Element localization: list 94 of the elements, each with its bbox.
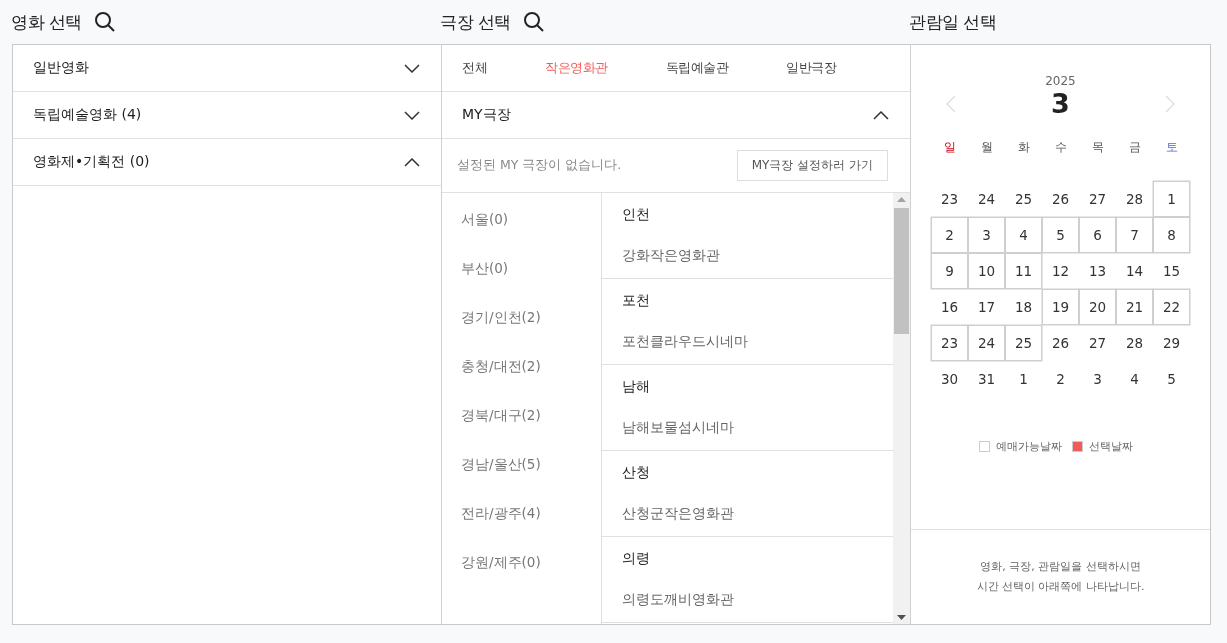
calendar-day[interactable]: 4: [1005, 217, 1042, 253]
my-theater-accordion[interactable]: MY극장: [442, 92, 910, 139]
calendar-day: 28: [1116, 325, 1153, 361]
calendar-day: 5: [1153, 361, 1190, 397]
category-accordion[interactable]: 독립예술영화 (4): [13, 92, 441, 139]
legend-label: 예매가능날짜: [995, 439, 1062, 454]
calendar-day: 2: [1042, 361, 1079, 397]
calendar-day[interactable]: 5: [1042, 217, 1079, 253]
calendar-day: 3: [1079, 361, 1116, 397]
region-item[interactable]: 부산(0): [442, 244, 601, 293]
chevron-icon: [404, 157, 420, 167]
calendar-day[interactable]: 20: [1079, 289, 1116, 325]
weekday-label: 금: [1127, 138, 1142, 156]
theater-type-tab[interactable]: 일반극장: [786, 59, 836, 77]
area-heading: 인천: [622, 206, 651, 224]
panel-title: 극장 선택: [440, 10, 511, 34]
theater-item[interactable]: 산청군작은영화관: [622, 505, 893, 523]
weekday-label: 월: [979, 138, 994, 156]
category-accordion[interactable]: 영화제•기획전 (0): [13, 139, 441, 186]
calendar-day: 18: [1005, 289, 1042, 325]
region-item[interactable]: 전라/광주(4): [442, 489, 601, 538]
calendar-month: 3: [1051, 88, 1070, 119]
calendar-day[interactable]: 7: [1116, 217, 1153, 253]
region-item[interactable]: 서울(0): [442, 195, 601, 244]
calendar-year: 2025: [1045, 74, 1076, 88]
calendar-day: 12: [1042, 253, 1079, 289]
calendar-day: 28: [1116, 181, 1153, 217]
calendar-day: 27: [1079, 325, 1116, 361]
area-heading: 산청: [622, 464, 651, 482]
search-icon[interactable]: [522, 11, 545, 33]
calendar-day: 16: [931, 289, 968, 325]
calendar-day: 15: [1153, 253, 1190, 289]
calendar-day: 29: [1153, 325, 1190, 361]
legend-label: 선택날짜: [1088, 439, 1133, 454]
calendar-day: 26: [1042, 181, 1079, 217]
region-item[interactable]: 충청/대전(2): [442, 342, 601, 391]
calendar-day: 17: [968, 289, 1005, 325]
panel-title: 관람일 선택: [909, 10, 997, 34]
theater-item[interactable]: 포천클라우드시네마: [622, 333, 893, 351]
calendar-day[interactable]: 23: [931, 325, 968, 361]
theater-item[interactable]: 남해보물섬시네마: [622, 419, 893, 437]
calendar-day: 13: [1079, 253, 1116, 289]
my-theater-setup-button[interactable]: MY극장 설정하러 가기: [736, 150, 888, 181]
theater-item[interactable]: 의령도깨비영화관: [622, 591, 893, 609]
calendar-day: 26: [1042, 325, 1079, 361]
area-heading: 포천: [622, 292, 651, 310]
weekday-label: 토: [1164, 138, 1179, 156]
previous-month-icon[interactable]: [945, 94, 956, 113]
next-month-icon[interactable]: [1165, 94, 1176, 113]
area-heading: 남해: [622, 378, 651, 396]
calendar-day[interactable]: 21: [1116, 289, 1153, 325]
region-item[interactable]: 강원/제주(0): [442, 538, 601, 587]
calendar-day[interactable]: 2: [931, 217, 968, 253]
scrollbar[interactable]: [893, 193, 910, 624]
category-accordion[interactable]: 일반영화: [13, 45, 441, 92]
chevron-icon: [873, 110, 889, 120]
region-item[interactable]: 경남/울산(5): [442, 440, 601, 489]
theater-item[interactable]: 강화작은영화관: [622, 247, 893, 265]
calendar-day[interactable]: 9: [931, 253, 968, 289]
calendar-day: 24: [968, 181, 1005, 217]
calendar-day: 4: [1116, 361, 1153, 397]
weekday-label: 수: [1053, 138, 1068, 156]
guide-text: 영화, 극장, 관람일을 선택하시면: [980, 559, 1141, 575]
panel-title: 영화 선택: [11, 10, 82, 34]
calendar-day[interactable]: 11: [1005, 253, 1042, 289]
calendar-day: 23: [931, 181, 968, 217]
chevron-icon: [404, 110, 420, 120]
calendar-day[interactable]: 25: [1005, 325, 1042, 361]
calendar-day: 27: [1079, 181, 1116, 217]
calendar-day[interactable]: 19: [1042, 289, 1079, 325]
calendar-day: 31: [968, 361, 1005, 397]
area-heading: 의령: [622, 550, 651, 568]
search-icon[interactable]: [93, 11, 116, 33]
calendar-day[interactable]: 6: [1079, 217, 1116, 253]
weekday-label: 목: [1090, 138, 1105, 156]
calendar-day: 14: [1116, 253, 1153, 289]
calendar-day: 1: [1005, 361, 1042, 397]
guide-text: 시간 선택이 아래쪽에 나타납니다.: [976, 579, 1145, 595]
calendar-day[interactable]: 22: [1153, 289, 1190, 325]
calendar-day[interactable]: 3: [968, 217, 1005, 253]
calendar-day[interactable]: 10: [968, 253, 1005, 289]
calendar-day[interactable]: 24: [968, 325, 1005, 361]
calendar-day: 30: [931, 361, 968, 397]
calendar-day[interactable]: 1: [1153, 181, 1190, 217]
region-item[interactable]: 경기/인천(2): [442, 293, 601, 342]
theater-type-tab[interactable]: 전체: [462, 59, 487, 77]
empty-notice: 설정된 MY 극장이 없습니다.: [457, 157, 622, 174]
weekday-label: 일: [942, 138, 957, 156]
theater-type-tab[interactable]: 독립예술관: [665, 59, 728, 77]
calendar-day[interactable]: 8: [1153, 217, 1190, 253]
chevron-icon: [404, 63, 420, 73]
region-item[interactable]: 경북/대구(2): [442, 391, 601, 440]
calendar-day: 25: [1005, 181, 1042, 217]
weekday-label: 화: [1016, 138, 1031, 156]
